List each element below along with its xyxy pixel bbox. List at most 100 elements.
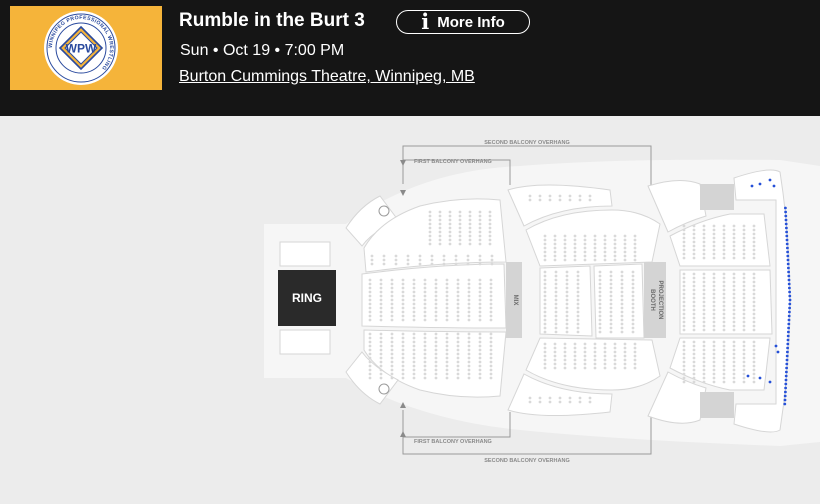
seat bbox=[565, 290, 569, 294]
available-seat[interactable] bbox=[787, 314, 791, 318]
available-seat[interactable] bbox=[772, 184, 776, 188]
available-seat[interactable] bbox=[787, 266, 790, 270]
available-seat[interactable] bbox=[786, 250, 789, 254]
available-seat[interactable] bbox=[785, 230, 788, 234]
seat bbox=[543, 254, 547, 258]
seat bbox=[390, 302, 394, 306]
available-seat[interactable] bbox=[785, 370, 788, 374]
seat bbox=[623, 342, 627, 346]
floor-section-south[interactable] bbox=[279, 329, 331, 355]
available-seat[interactable] bbox=[788, 310, 791, 314]
section-orchestra-center[interactable] bbox=[361, 263, 507, 329]
seat bbox=[438, 226, 442, 230]
available-seat[interactable] bbox=[784, 206, 787, 210]
seat bbox=[489, 302, 493, 306]
available-seat[interactable] bbox=[786, 342, 790, 346]
available-seat[interactable] bbox=[776, 350, 780, 354]
available-seat[interactable] bbox=[785, 354, 789, 358]
available-seat[interactable] bbox=[787, 322, 791, 326]
available-seat[interactable] bbox=[786, 258, 790, 262]
seat bbox=[603, 234, 607, 238]
available-seat[interactable] bbox=[784, 378, 788, 382]
available-seat[interactable] bbox=[783, 402, 787, 406]
seat bbox=[702, 344, 706, 348]
available-seat[interactable] bbox=[784, 386, 787, 390]
seat bbox=[623, 250, 627, 254]
seat bbox=[368, 360, 372, 364]
available-seat[interactable] bbox=[787, 270, 790, 274]
available-seat[interactable] bbox=[788, 286, 791, 290]
available-seat[interactable] bbox=[786, 346, 789, 350]
seat bbox=[722, 256, 726, 260]
available-seat[interactable] bbox=[785, 238, 789, 242]
seat bbox=[478, 318, 482, 322]
seat bbox=[390, 294, 394, 298]
available-seat[interactable] bbox=[774, 344, 778, 348]
available-seat[interactable] bbox=[788, 290, 791, 294]
available-seat[interactable] bbox=[786, 254, 790, 258]
seat bbox=[489, 348, 493, 352]
seat bbox=[412, 290, 416, 294]
seat bbox=[553, 366, 557, 370]
available-seat[interactable] bbox=[784, 210, 787, 214]
seat bbox=[434, 348, 438, 352]
seat bbox=[752, 280, 756, 284]
available-seat[interactable] bbox=[785, 366, 788, 370]
seat bbox=[543, 234, 547, 238]
seat bbox=[752, 236, 756, 240]
venue-link[interactable]: Burton Cummings Theatre, Winnipeg, MB bbox=[179, 68, 475, 86]
available-seat[interactable] bbox=[786, 334, 790, 338]
available-seat[interactable] bbox=[788, 298, 792, 302]
available-seat[interactable] bbox=[750, 184, 754, 188]
more-info-button[interactable]: i More Info bbox=[396, 10, 530, 34]
seat bbox=[732, 292, 736, 296]
available-seat[interactable] bbox=[784, 374, 788, 378]
available-seat[interactable] bbox=[785, 358, 789, 362]
available-seat[interactable] bbox=[746, 374, 750, 378]
seat bbox=[732, 348, 736, 352]
seat bbox=[593, 362, 597, 366]
available-seat[interactable] bbox=[785, 242, 789, 246]
seat bbox=[613, 358, 617, 362]
seat bbox=[732, 312, 736, 316]
seat bbox=[631, 302, 635, 306]
available-seat[interactable] bbox=[787, 326, 790, 330]
available-seat[interactable] bbox=[758, 376, 762, 380]
seat bbox=[553, 346, 557, 350]
available-seat[interactable] bbox=[788, 302, 792, 306]
available-seat[interactable] bbox=[787, 278, 791, 282]
seat bbox=[633, 358, 637, 362]
seat bbox=[752, 272, 756, 276]
available-seat[interactable] bbox=[784, 222, 788, 226]
available-seat[interactable] bbox=[787, 318, 791, 322]
seat bbox=[633, 238, 637, 242]
available-seat[interactable] bbox=[786, 246, 789, 250]
available-seat[interactable] bbox=[784, 390, 787, 394]
seat bbox=[631, 294, 635, 298]
available-seat[interactable] bbox=[784, 218, 788, 222]
available-seat[interactable] bbox=[787, 282, 791, 286]
available-seat[interactable] bbox=[768, 380, 772, 384]
available-seat[interactable] bbox=[786, 350, 789, 354]
available-seat[interactable] bbox=[788, 294, 792, 298]
available-seat[interactable] bbox=[785, 234, 789, 238]
seat bbox=[368, 302, 372, 306]
available-seat[interactable] bbox=[783, 398, 787, 402]
available-seat[interactable] bbox=[785, 226, 788, 230]
section-balcony1-mid2[interactable] bbox=[593, 263, 645, 339]
seat bbox=[565, 270, 569, 274]
available-seat[interactable] bbox=[768, 178, 772, 182]
available-seat[interactable] bbox=[785, 362, 789, 366]
available-seat[interactable] bbox=[786, 262, 790, 266]
available-seat[interactable] bbox=[787, 274, 791, 278]
available-seat[interactable] bbox=[758, 182, 762, 186]
available-seat[interactable] bbox=[786, 338, 790, 342]
available-seat[interactable] bbox=[784, 214, 788, 218]
available-seat[interactable] bbox=[787, 330, 790, 334]
available-seat[interactable] bbox=[784, 382, 788, 386]
available-seat[interactable] bbox=[783, 394, 787, 398]
available-seat[interactable] bbox=[788, 306, 791, 310]
floor-section-north[interactable] bbox=[279, 241, 331, 267]
seat bbox=[598, 314, 602, 318]
seat bbox=[538, 194, 542, 198]
